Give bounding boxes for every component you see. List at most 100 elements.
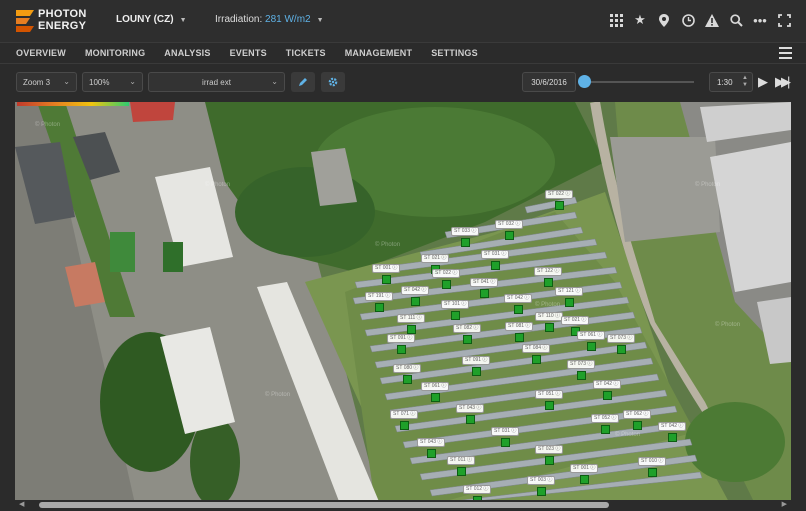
- play-icon[interactable]: ▶: [758, 74, 768, 90]
- station-status-marker[interactable]: [537, 487, 546, 496]
- station-status-marker[interactable]: [633, 421, 642, 430]
- station-label[interactable]: ST 043 ⓘ: [456, 404, 485, 413]
- station-label[interactable]: ST 001 ⓘ: [372, 264, 401, 273]
- station-label[interactable]: ST 191 ⓘ: [365, 292, 394, 301]
- station-status-marker[interactable]: [648, 468, 657, 477]
- irradiation-selector[interactable]: Irradiation: 281 W/m2 ▼: [215, 14, 324, 25]
- grid-icon[interactable]: [604, 10, 628, 30]
- station-status-marker[interactable]: [400, 421, 409, 430]
- station-label[interactable]: ST 021 ⓘ: [421, 254, 450, 263]
- station-status-marker[interactable]: [587, 342, 596, 351]
- station-status-marker[interactable]: [491, 261, 500, 270]
- station-label[interactable]: ST 081 ⓘ: [505, 322, 534, 331]
- nav-settings[interactable]: SETTINGS: [431, 48, 478, 58]
- station-label[interactable]: ST 042 ⓘ: [504, 294, 533, 303]
- timeline-slider-track[interactable]: [584, 81, 694, 83]
- station-status-marker[interactable]: [457, 467, 466, 476]
- station-label[interactable]: ST 073 ⓘ: [567, 360, 596, 369]
- station-status-marker[interactable]: [505, 231, 514, 240]
- search-icon[interactable]: [724, 10, 748, 30]
- station-status-marker[interactable]: [407, 325, 416, 334]
- station-label[interactable]: ST 071 ⓘ: [390, 410, 419, 419]
- nav-analysis[interactable]: ANALYSIS: [164, 48, 210, 58]
- station-label[interactable]: ST 011 ⓘ: [447, 456, 476, 465]
- station-status-marker[interactable]: [603, 391, 612, 400]
- stepper-arrows-icon[interactable]: ▲ ▼: [742, 75, 748, 89]
- layer-select[interactable]: irrad ext ⌄: [148, 72, 285, 92]
- station-status-marker[interactable]: [480, 289, 489, 298]
- hamburger-menu-icon[interactable]: [779, 47, 792, 59]
- station-label[interactable]: ST 001 ⓘ: [570, 464, 599, 473]
- station-status-marker[interactable]: [545, 456, 554, 465]
- station-label[interactable]: ST 111 ⓘ: [397, 314, 425, 323]
- station-label[interactable]: ST 010 ⓘ: [638, 457, 667, 466]
- scrollbar-thumb[interactable]: [39, 502, 609, 508]
- zoom-select[interactable]: Zoom 3 ⌄: [16, 72, 77, 92]
- station-status-marker[interactable]: [532, 355, 541, 364]
- station-label[interactable]: ST 042 ⓘ: [401, 286, 430, 295]
- fast-forward-icon[interactable]: ▶▶|: [775, 74, 791, 90]
- station-label[interactable]: ST 122 ⓘ: [534, 267, 563, 276]
- time-stepper[interactable]: 1:30 ▲ ▼: [709, 72, 753, 92]
- station-status-marker[interactable]: [411, 297, 420, 306]
- warning-icon[interactable]: [700, 10, 724, 30]
- station-status-marker[interactable]: [577, 371, 586, 380]
- scroll-right-icon[interactable]: ▶: [782, 500, 787, 508]
- station-label[interactable]: ST 101 ⓘ: [441, 300, 470, 309]
- station-status-marker[interactable]: [545, 401, 554, 410]
- station-label[interactable]: ST 082 ⓘ: [453, 324, 482, 333]
- location-pin-icon[interactable]: [652, 10, 676, 30]
- map-horizontal-scrollbar[interactable]: ◀ ▶: [15, 500, 791, 511]
- station-status-marker[interactable]: [397, 345, 406, 354]
- station-status-marker[interactable]: [565, 298, 574, 307]
- nav-tickets[interactable]: TICKETS: [286, 48, 326, 58]
- settings-button[interactable]: [321, 72, 345, 92]
- station-label[interactable]: ST 031 ⓘ: [481, 250, 510, 259]
- nav-management[interactable]: MANAGEMENT: [345, 48, 413, 58]
- station-status-marker[interactable]: [427, 449, 436, 458]
- scale-select[interactable]: 100% ⌄: [82, 72, 143, 92]
- station-label[interactable]: ST 022 ⓘ: [545, 190, 574, 199]
- station-label[interactable]: ST 042 ⓘ: [658, 422, 687, 431]
- station-label[interactable]: ST 023 ⓘ: [535, 445, 564, 454]
- station-label[interactable]: ST 042 ⓘ: [593, 380, 622, 389]
- station-label[interactable]: ST 073 ⓘ: [607, 334, 636, 343]
- station-label[interactable]: ST 031 ⓘ: [491, 427, 520, 436]
- date-field[interactable]: 30/6/2016: [522, 72, 576, 92]
- station-label[interactable]: ST 110 ⓘ: [535, 312, 564, 321]
- station-status-marker[interactable]: [544, 278, 553, 287]
- clock-icon[interactable]: [676, 10, 700, 30]
- timeline-slider-handle[interactable]: [578, 75, 591, 88]
- station-status-marker[interactable]: [382, 275, 391, 284]
- station-status-marker[interactable]: [403, 375, 412, 384]
- station-label[interactable]: ST 084 ⓘ: [522, 344, 551, 353]
- station-label[interactable]: ST 022 ⓘ: [432, 269, 461, 278]
- station-label[interactable]: ST 032 ⓘ: [495, 220, 524, 229]
- photon-energy-logo[interactable]: PHOTON ENERGY: [16, 8, 92, 34]
- station-label[interactable]: ST 062 ⓘ: [623, 410, 652, 419]
- station-label[interactable]: ST 052 ⓘ: [591, 414, 620, 423]
- star-icon[interactable]: ★: [628, 10, 652, 30]
- more-icon[interactable]: •••: [748, 10, 772, 30]
- fullscreen-icon[interactable]: [772, 10, 796, 30]
- station-label[interactable]: ST 091 ⓘ: [387, 334, 416, 343]
- station-status-marker[interactable]: [501, 438, 510, 447]
- station-label[interactable]: ST 091 ⓘ: [462, 356, 491, 365]
- station-label[interactable]: ST 033 ⓘ: [451, 227, 480, 236]
- station-status-marker[interactable]: [431, 393, 440, 402]
- aerial-map[interactable]: ST 022 ⓘ ST 033 ⓘ ST 032 ⓘ ST 031 ⓘ ST 021 ⓘ…: [15, 102, 791, 504]
- station-status-marker[interactable]: [545, 323, 554, 332]
- station-label[interactable]: ST 003 ⓘ: [527, 476, 556, 485]
- station-status-marker[interactable]: [472, 367, 481, 376]
- station-status-marker[interactable]: [514, 305, 523, 314]
- station-label[interactable]: ST 021 ⓘ: [561, 316, 590, 325]
- nav-events[interactable]: EVENTS: [230, 48, 267, 58]
- station-label[interactable]: ST 080 ⓘ: [393, 364, 422, 373]
- station-status-marker[interactable]: [466, 415, 475, 424]
- station-status-marker[interactable]: [515, 333, 524, 342]
- station-status-marker[interactable]: [555, 201, 564, 210]
- station-label[interactable]: ST 121 ⓘ: [555, 287, 584, 296]
- station-status-marker[interactable]: [442, 280, 451, 289]
- station-label[interactable]: ST 041 ⓘ: [470, 278, 499, 287]
- station-status-marker[interactable]: [668, 433, 677, 442]
